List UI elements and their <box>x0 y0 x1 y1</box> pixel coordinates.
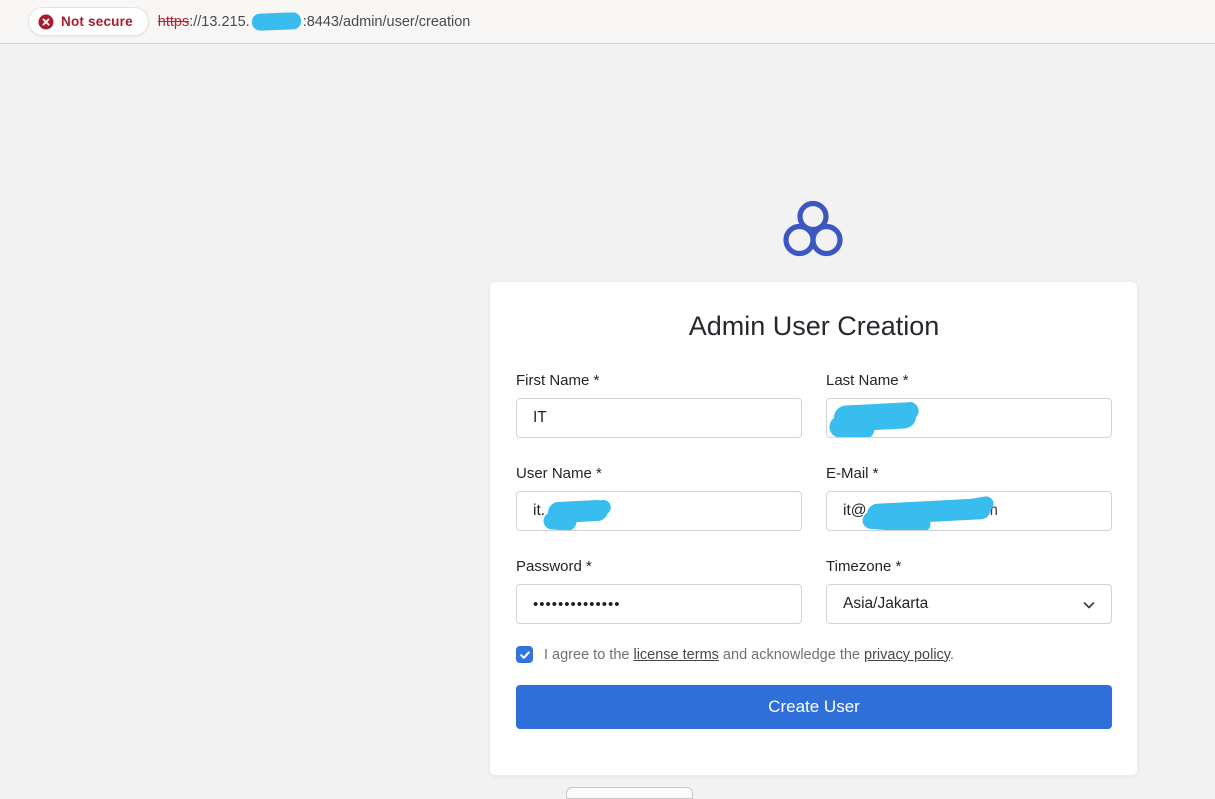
email-field: E-Mail * it@ m <box>826 465 1112 531</box>
email-input[interactable]: it@ m <box>826 491 1112 531</box>
first-name-value: IT <box>533 409 547 427</box>
user-name-field: User Name * it. <box>516 465 802 531</box>
bottom-partial-button[interactable] <box>566 787 693 799</box>
redaction-scribble-email <box>867 498 992 525</box>
create-user-button[interactable]: Create User <box>516 685 1112 729</box>
license-terms-link[interactable]: license terms <box>633 647 718 663</box>
not-secure-icon <box>38 14 54 30</box>
agreement-text-after: . <box>950 647 954 663</box>
timezone-label: Timezone * <box>826 558 1112 576</box>
last-name-input[interactable] <box>826 398 1112 438</box>
password-label: Password * <box>516 558 802 576</box>
page-title: Admin User Creation <box>516 310 1112 342</box>
password-input[interactable]: •••••••••••••• <box>516 584 802 624</box>
timezone-select[interactable]: Asia/Jakarta <box>826 584 1112 624</box>
redaction-scribble-last-name <box>833 402 916 432</box>
admin-user-creation-page: { "colors": { "accent_blue": "#2f6fd9", … <box>0 0 1215 790</box>
agreement-checkbox[interactable] <box>516 646 533 663</box>
agreement-text-before: I agree to the <box>544 647 633 663</box>
user-name-label: User Name * <box>516 465 802 483</box>
first-name-input[interactable]: IT <box>516 398 802 438</box>
security-badge[interactable]: Not secure <box>28 7 149 36</box>
first-name-field: First Name * IT <box>516 372 802 438</box>
checkmark-icon <box>519 649 531 661</box>
url-host: ://13.215. <box>189 14 249 30</box>
email-label: E-Mail * <box>826 465 1112 483</box>
redaction-scribble-user-name <box>547 499 608 523</box>
cloud-logo-icon <box>781 199 845 262</box>
security-badge-label: Not secure <box>61 14 133 29</box>
user-creation-form: First Name * IT Last Name * User Name * … <box>516 372 1112 624</box>
agreement-text-middle: and acknowledge the <box>719 647 864 663</box>
agreement-row: I agree to the license terms and acknowl… <box>516 646 1112 663</box>
url-scheme: https <box>158 14 189 30</box>
last-name-field: Last Name * <box>826 372 1112 438</box>
chevron-down-icon <box>1081 597 1097 618</box>
last-name-label: Last Name * <box>826 372 1112 390</box>
timezone-value: Asia/Jakarta <box>843 595 928 613</box>
timezone-field: Timezone * Asia/Jakarta <box>826 558 1112 624</box>
url-port-path: :8443/admin/user/creation <box>303 14 471 30</box>
redaction-scribble-url <box>251 12 301 31</box>
privacy-policy-link[interactable]: privacy policy <box>864 647 950 663</box>
url-text[interactable]: https://13.215. :8443/admin/user/creation <box>158 13 471 30</box>
password-field: Password * •••••••••••••• <box>516 558 802 624</box>
first-name-label: First Name * <box>516 372 802 390</box>
user-name-input[interactable]: it. <box>516 491 802 531</box>
browser-url-bar[interactable]: Not secure https://13.215. :8443/admin/us… <box>0 0 1215 44</box>
admin-user-creation-card: Admin User Creation First Name * IT Last… <box>489 281 1138 776</box>
password-value: •••••••••••••• <box>533 596 621 613</box>
agreement-text: I agree to the license terms and acknowl… <box>544 647 954 663</box>
